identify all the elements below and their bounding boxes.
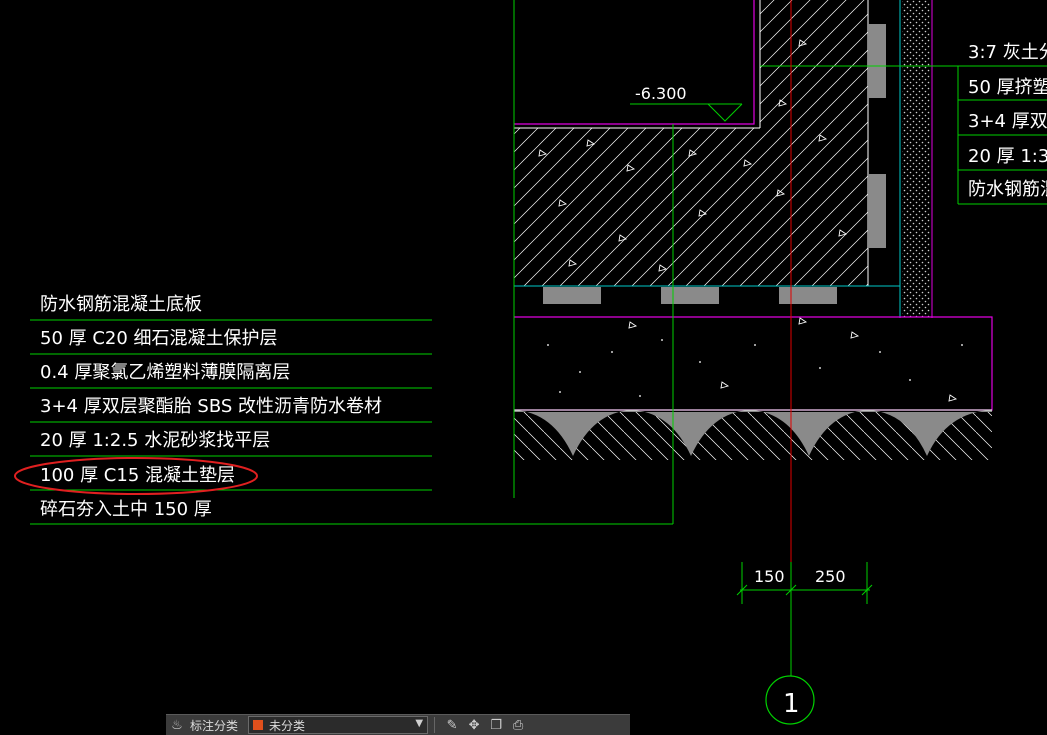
pencil-icon[interactable]: ✎ bbox=[441, 715, 463, 735]
dimension-150: 150 bbox=[754, 567, 785, 586]
category-color-swatch bbox=[253, 720, 264, 730]
annotation-toolbar: ♨ 标注分类 未分类 ▼ ✎ ✥ ❐ ⎙ bbox=[166, 714, 630, 735]
category-dropdown[interactable]: 未分类 ▼ bbox=[248, 716, 429, 734]
wall-layer-label-5: 防水钢筋混 bbox=[968, 179, 1047, 200]
wall-layer-label-1: 3:7 灰土分 bbox=[968, 42, 1047, 63]
chevron-down-icon: ▼ bbox=[415, 718, 424, 729]
layer-label-slab: 防水钢筋混凝土底板 bbox=[40, 294, 202, 315]
print-icon[interactable]: ⎙ bbox=[507, 715, 529, 735]
copy-icon[interactable]: ❐ bbox=[485, 715, 507, 735]
elevation-label: -6.300 bbox=[635, 84, 687, 103]
cad-drawing-canvas[interactable]: -6.300 防水钢筋混凝土底板 50 厚 C20 细石混凝土保护层 0.4 厚… bbox=[0, 0, 1047, 734]
layer-label-screed: 20 厚 1:2.5 水泥砂浆找平层 bbox=[40, 430, 270, 451]
annotation-category-label: 标注分类 bbox=[190, 718, 239, 733]
blinding-aggregate bbox=[628, 317, 958, 402]
insulation-strip bbox=[899, 0, 933, 318]
wall-layer-label-4: 20 厚 1:3 bbox=[968, 146, 1047, 167]
layer-label-blinding: 100 厚 C15 混凝土垫层 bbox=[40, 465, 235, 486]
layer-label-isolation: 0.4 厚聚氯乙烯塑料薄膜隔离层 bbox=[40, 362, 290, 383]
category-dropdown-value: 未分类 bbox=[269, 718, 306, 733]
axis-number: 1 bbox=[783, 689, 800, 719]
wall-layer-label-2: 50 厚挤塑 bbox=[968, 77, 1047, 98]
layer-label-protection: 50 厚 C20 细石混凝土保护层 bbox=[40, 328, 278, 349]
layer-label-crushed-stone: 碎石夯入土中 150 厚 bbox=[40, 499, 212, 520]
crushed-stone-layer bbox=[514, 409, 992, 460]
layer-label-membrane: 3+4 厚双层聚酯胎 SBS 改性沥青防水卷材 bbox=[40, 396, 382, 417]
blinding-dots bbox=[547, 339, 963, 397]
annotation-category-icon[interactable]: ♨ bbox=[166, 715, 188, 735]
toolbar-divider bbox=[434, 717, 436, 733]
concrete-slab bbox=[513, 127, 868, 287]
move-icon[interactable]: ✥ bbox=[463, 715, 485, 735]
wall-layer-label-3: 3+4 厚双 bbox=[968, 111, 1047, 132]
dimension-250: 250 bbox=[815, 567, 846, 586]
